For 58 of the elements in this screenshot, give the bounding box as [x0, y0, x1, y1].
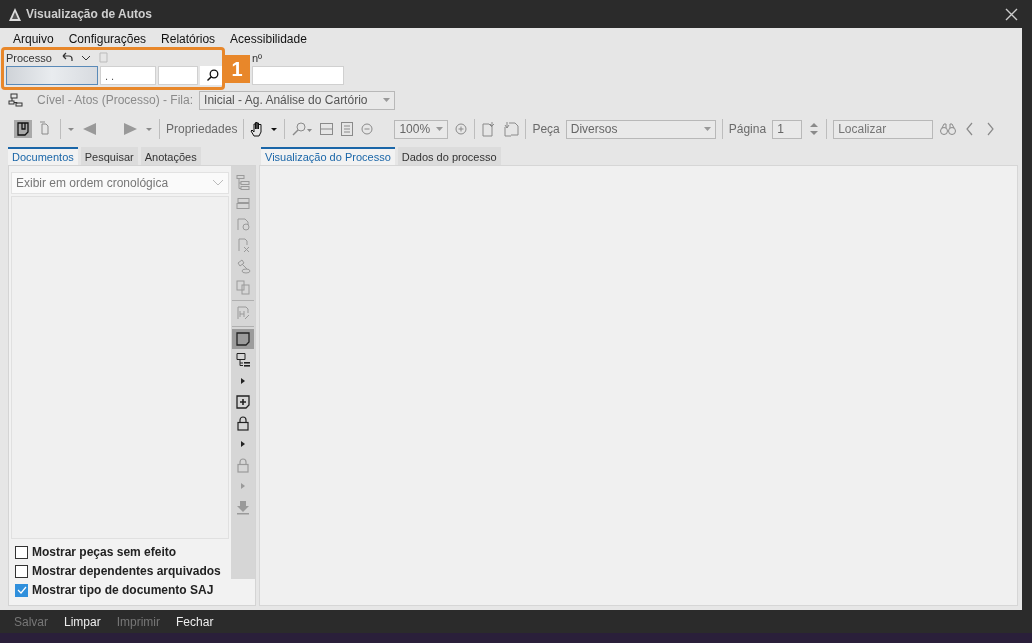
spinner-icon[interactable]: [808, 121, 821, 137]
window-title: Visualização de Autos: [26, 7, 154, 21]
zoom-out-icon[interactable]: [360, 121, 375, 137]
menu-item[interactable]: Relatórios: [161, 32, 216, 49]
number-field[interactable]: [252, 66, 344, 85]
page-view-button[interactable]: [14, 120, 32, 138]
checkbox[interactable]: Mostrar dependentes arquivados: [15, 564, 227, 578]
search-icon[interactable]: [205, 69, 219, 82]
dropdown-arrow-icon[interactable]: [270, 126, 279, 132]
tab[interactable]: Pesquisar: [80, 147, 138, 165]
piece-label: Peça: [532, 122, 560, 136]
process-field[interactable]: . .: [100, 66, 156, 85]
find-field[interactable]: Localizar: [833, 119, 934, 139]
fit-page-icon[interactable]: [340, 121, 355, 137]
footer-button[interactable]: Limpar: [64, 614, 101, 629]
zoom-icon[interactable]: [291, 121, 314, 137]
chevron-down-icon[interactable]: [80, 53, 91, 62]
menu-item[interactable]: Acessibilidade: [230, 32, 307, 49]
caret-icon[interactable]: [436, 127, 444, 131]
caret-icon[interactable]: [703, 127, 711, 131]
queue-dropdown[interactable]: Inicial - Ag. Análise do Cartório: [199, 90, 396, 110]
fit-width-icon[interactable]: [319, 121, 335, 137]
tab[interactable]: Anotações: [140, 147, 201, 165]
checkbox[interactable]: Mostrar tipo de documento SAJ: [15, 583, 227, 597]
checkbox[interactable]: Mostrar peças sem efeito: [15, 545, 227, 559]
process-label: Processo: [6, 51, 52, 64]
tab[interactable]: Dados do processo: [397, 147, 501, 165]
checkbox-box[interactable]: [15, 545, 28, 559]
order-dropdown[interactable]: Exibir em ordem cronológica: [11, 172, 229, 194]
piece-dropdown[interactable]: Diversos: [565, 119, 716, 139]
app-logo-icon[interactable]: [8, 7, 22, 21]
zoom-dropdown[interactable]: 100%: [394, 119, 449, 139]
footer-button[interactable]: Fechar: [176, 614, 214, 629]
next-icon[interactable]: [123, 122, 139, 136]
org-chart-icon[interactable]: [8, 93, 23, 107]
number-label: nº: [252, 51, 263, 64]
hand-icon[interactable]: [250, 121, 265, 137]
note-icon[interactable]: [232, 329, 254, 349]
properties-button[interactable]: Propriedades: [166, 122, 238, 136]
search-button[interactable]: [200, 66, 224, 85]
redacted-field[interactable]: [6, 66, 98, 85]
tab[interactable]: Documentos: [8, 147, 78, 165]
tab[interactable]: Visualização do Processo: [261, 147, 395, 165]
zoom-in-icon[interactable]: [454, 121, 469, 137]
extract-page-icon[interactable]: [503, 121, 520, 137]
menu-item[interactable]: Configurações: [68, 32, 147, 49]
binoculars-icon[interactable]: [939, 121, 958, 137]
process-field[interactable]: [158, 66, 198, 85]
caret-icon[interactable]: [383, 98, 391, 102]
page-field[interactable]: 1: [772, 119, 803, 139]
checkbox-box[interactable]: [15, 564, 28, 578]
previous-icon[interactable]: [81, 122, 97, 136]
close-icon[interactable]: [1005, 7, 1018, 21]
menu-item[interactable]: Arquivo: [13, 32, 54, 49]
page-label: Página: [728, 122, 767, 136]
callout-badge: 1: [224, 55, 250, 83]
queue-label: Cível - Atos (Processo) - Fila:: [37, 93, 194, 107]
checkbox-box[interactable]: [15, 583, 28, 597]
